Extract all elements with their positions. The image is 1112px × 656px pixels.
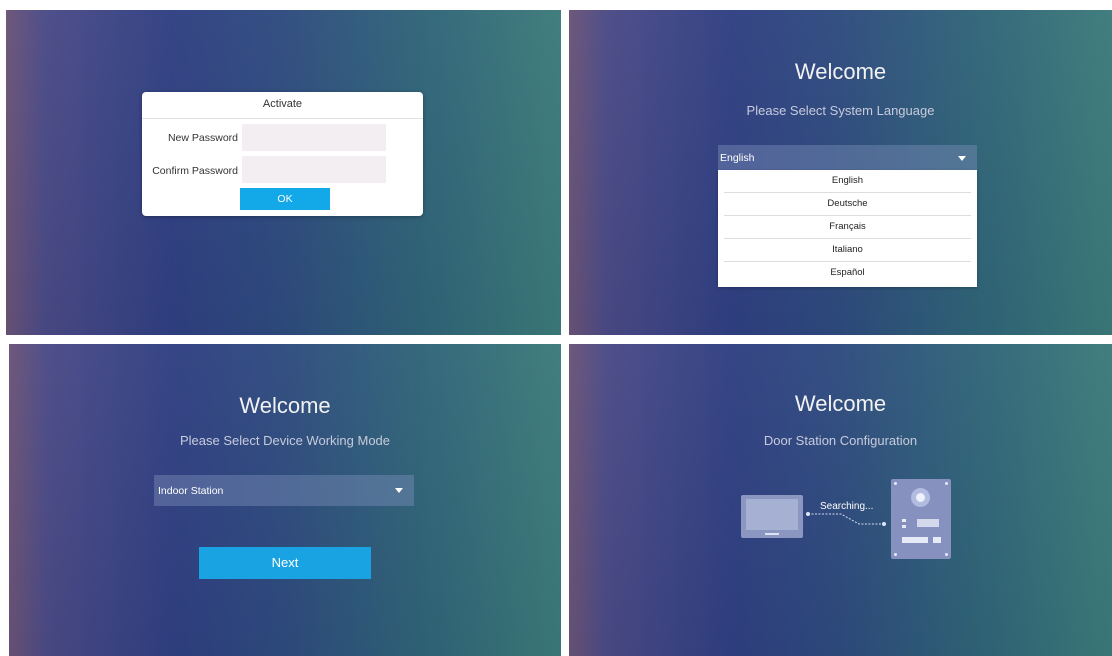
confirm-password-field[interactable]	[242, 156, 386, 183]
dialog-divider	[142, 118, 423, 119]
indicator-icon	[902, 525, 906, 528]
connection-dot-icon	[806, 512, 810, 516]
camera-lens	[916, 493, 925, 502]
language-option-espanol[interactable]: Español	[718, 262, 977, 284]
language-select[interactable]: English	[718, 145, 977, 170]
indicator-icon	[902, 519, 906, 522]
mode-panel: Welcome Please Select Device Working Mod…	[9, 344, 561, 656]
language-option-deutsche[interactable]: Deutsche	[718, 193, 977, 215]
mode-select[interactable]: Indoor Station	[154, 475, 414, 506]
dialog-title: Activate	[262, 98, 303, 110]
welcome-title: Welcome	[239, 393, 331, 418]
speaker-grille-icon	[917, 519, 939, 527]
connection-dot-icon	[882, 522, 886, 526]
caret-down-icon	[958, 156, 966, 161]
mode-subtitle: Please Select Device Working Mode	[179, 433, 391, 448]
name-plate-icon	[902, 537, 928, 543]
language-panel: Welcome Please Select System Language En…	[569, 10, 1112, 335]
welcome-title: Welcome	[794, 59, 887, 84]
call-button-icon	[933, 537, 941, 543]
new-password-field[interactable]	[242, 124, 386, 151]
screw-icon	[945, 482, 948, 485]
new-password-label: New Password	[167, 132, 238, 144]
language-selected: English	[720, 151, 755, 164]
ok-button[interactable]: OK	[240, 188, 330, 210]
screw-icon	[894, 553, 897, 556]
door-panel: Welcome Door Station Configuration Searc…	[569, 344, 1112, 656]
camera-icon	[911, 488, 930, 507]
mode-selected: Indoor Station	[158, 484, 224, 497]
language-subtitle: Please Select System Language	[746, 103, 935, 118]
language-dropdown: English Deutsche Français Italiano Españ…	[718, 170, 977, 287]
language-option-italiano[interactable]: Italiano	[718, 239, 977, 261]
screw-icon	[894, 482, 897, 485]
door-station-icon	[891, 479, 951, 559]
activate-panel: Activate New Password Confirm Password O…	[6, 10, 561, 335]
next-button[interactable]: Next	[199, 547, 371, 579]
activate-dialog: Activate New Password Confirm Password O…	[142, 92, 423, 216]
confirm-password-label: Confirm Password	[152, 165, 238, 177]
screw-icon	[945, 553, 948, 556]
language-option-francais[interactable]: Français	[718, 216, 977, 238]
connection-line-icon	[808, 513, 884, 525]
searching-text: Searching...	[820, 501, 874, 512]
language-option-english[interactable]: English	[718, 170, 977, 192]
caret-down-icon	[395, 488, 403, 493]
